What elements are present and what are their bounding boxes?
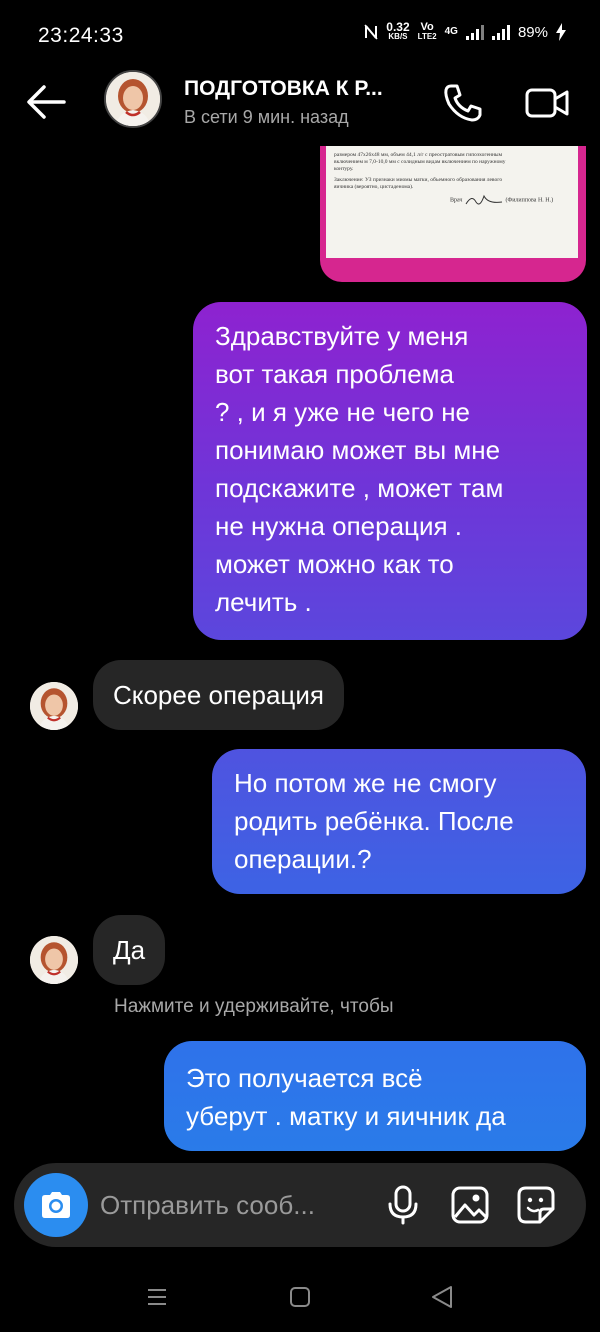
net-speed: 0.32 KB/S xyxy=(386,20,410,41)
incoming-message[interactable]: Скорее операция xyxy=(93,660,344,730)
video-camera-icon[interactable] xyxy=(524,82,570,124)
document-photo[interactable]: размером 47х26х48 мм, объем 44,1 л/г с п… xyxy=(320,146,586,282)
profile-photo-icon xyxy=(30,936,78,984)
status-bar: 23:24:33 0.32 KB/S Vo LTE2 4G 89% xyxy=(0,0,600,72)
gallery-icon[interactable] xyxy=(450,1185,490,1225)
message-text: уберут . матку и яичник да xyxy=(186,1101,506,1131)
nav-back-icon[interactable] xyxy=(430,1284,454,1310)
battery-level: 89% xyxy=(517,23,548,41)
message-text: понимаю может вы мне xyxy=(215,435,501,465)
message-text: родить ребёнка. После xyxy=(234,806,514,836)
incoming-message[interactable]: Да xyxy=(93,915,166,985)
message-text: подскажите , может там xyxy=(215,473,504,503)
profile-photo-icon xyxy=(106,72,160,126)
status-icons: 0.32 KB/S Vo LTE2 4G 89% xyxy=(364,20,566,42)
message-composer xyxy=(14,1163,586,1247)
document-paper: размером 47х26х48 мм, объем 44,1 л/г с п… xyxy=(326,146,578,258)
chat-title[interactable]: ПОДГОТОВКА К Р... xyxy=(184,77,383,101)
message-text: ? , и я уже не чего не xyxy=(215,397,471,427)
message-text: может можно как то xyxy=(215,549,454,579)
message-text: лечить . xyxy=(215,587,312,617)
home-icon[interactable] xyxy=(289,1286,311,1308)
network-type: 4G xyxy=(444,26,458,37)
sticker-icon[interactable] xyxy=(516,1185,556,1225)
document-signature: Врач (Филиппова Н. Н.) xyxy=(450,192,553,208)
charging-icon xyxy=(556,23,566,41)
sender-avatar[interactable] xyxy=(30,682,78,730)
chat-header: ПОДГОТОВКА К Р... В сети 9 мин. назад xyxy=(0,64,600,144)
online-status: В сети 9 мин. назад xyxy=(184,107,349,127)
message-text: операции.? xyxy=(234,844,372,874)
signature-mark-icon xyxy=(465,194,503,205)
message-text: вот такая проблема xyxy=(215,359,455,389)
recent-apps-icon[interactable] xyxy=(146,1286,168,1308)
back-arrow-icon[interactable] xyxy=(24,82,68,122)
profile-photo-icon xyxy=(30,682,78,730)
volte-indicator: Vo LTE2 xyxy=(417,21,437,42)
outgoing-message[interactable]: Но потом же не смогу родить ребёнка. Пос… xyxy=(212,749,586,894)
message-text: не нужна операция . xyxy=(215,511,462,541)
status-time: 23:24:33 xyxy=(38,24,124,47)
message-text: Но потом же не смогу xyxy=(234,768,497,798)
nfc-icon xyxy=(364,24,378,40)
signal-icon-2 xyxy=(491,24,510,40)
camera-button[interactable] xyxy=(24,1173,88,1237)
message-text: Да xyxy=(113,935,146,965)
microphone-icon[interactable] xyxy=(386,1185,420,1225)
avatar[interactable] xyxy=(104,70,162,128)
message-text: Здравствуйте у меня xyxy=(215,321,469,351)
signal-icon xyxy=(465,24,484,40)
system-nav-bar xyxy=(0,1270,600,1332)
message-text: Скорее операция xyxy=(113,680,324,710)
sender-avatar[interactable] xyxy=(30,936,78,984)
message-input[interactable] xyxy=(100,1185,370,1225)
phone-icon[interactable] xyxy=(442,82,484,124)
camera-icon xyxy=(42,1192,70,1218)
message-text: Это получается всё xyxy=(186,1063,423,1093)
outgoing-message[interactable]: Здравствуйте у меня вот такая проблема ?… xyxy=(193,302,587,640)
outgoing-message[interactable]: Это получается всё уберут . матку и яичн… xyxy=(164,1041,586,1151)
hint-text: Нажмите и удерживайте, чтобы xyxy=(114,996,394,1017)
